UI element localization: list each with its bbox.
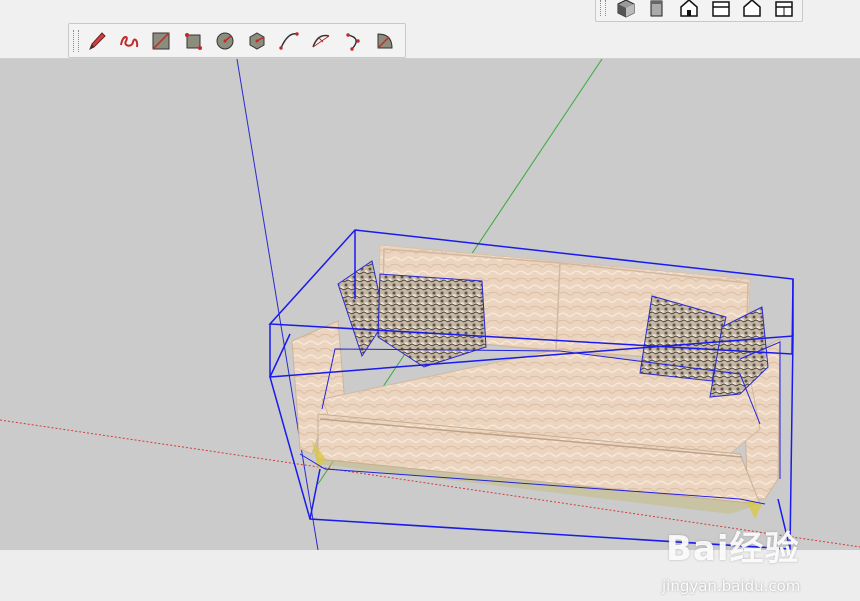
toolbar-grip[interactable] (600, 0, 606, 16)
views-toolbar (595, 0, 803, 22)
rectangle-icon[interactable] (149, 28, 174, 54)
back-view-icon[interactable] (739, 0, 767, 19)
two-point-arc-icon[interactable] (309, 28, 334, 54)
front-view-icon[interactable] (675, 0, 703, 19)
pencil-icon[interactable] (85, 28, 110, 54)
right-view-icon[interactable] (707, 0, 735, 19)
left-view-icon[interactable] (770, 0, 798, 19)
axis-blue (236, 59, 319, 550)
pillow-far-left (337, 260, 386, 358)
freehand-icon[interactable] (117, 28, 142, 54)
toolbar-grip[interactable] (73, 29, 79, 52)
three-point-arc-icon[interactable] (341, 28, 366, 54)
polygon-icon[interactable] (245, 28, 270, 54)
model-viewport[interactable]: Bai经验 jingyan.baidu.com (0, 59, 860, 595)
watermark-url: jingyan.baidu.com (662, 577, 801, 595)
rotated-rectangle-icon[interactable] (181, 28, 206, 54)
pie-icon[interactable] (373, 28, 398, 54)
pillow-left (377, 273, 487, 368)
circle-icon[interactable] (213, 28, 238, 54)
arc-icon[interactable] (277, 28, 302, 54)
drawing-toolbar (68, 23, 406, 58)
scene-canvas[interactable] (0, 59, 860, 550)
top-view-icon[interactable] (644, 0, 672, 19)
toolbar-area (0, 0, 860, 59)
iso-view-icon[interactable] (612, 0, 640, 19)
